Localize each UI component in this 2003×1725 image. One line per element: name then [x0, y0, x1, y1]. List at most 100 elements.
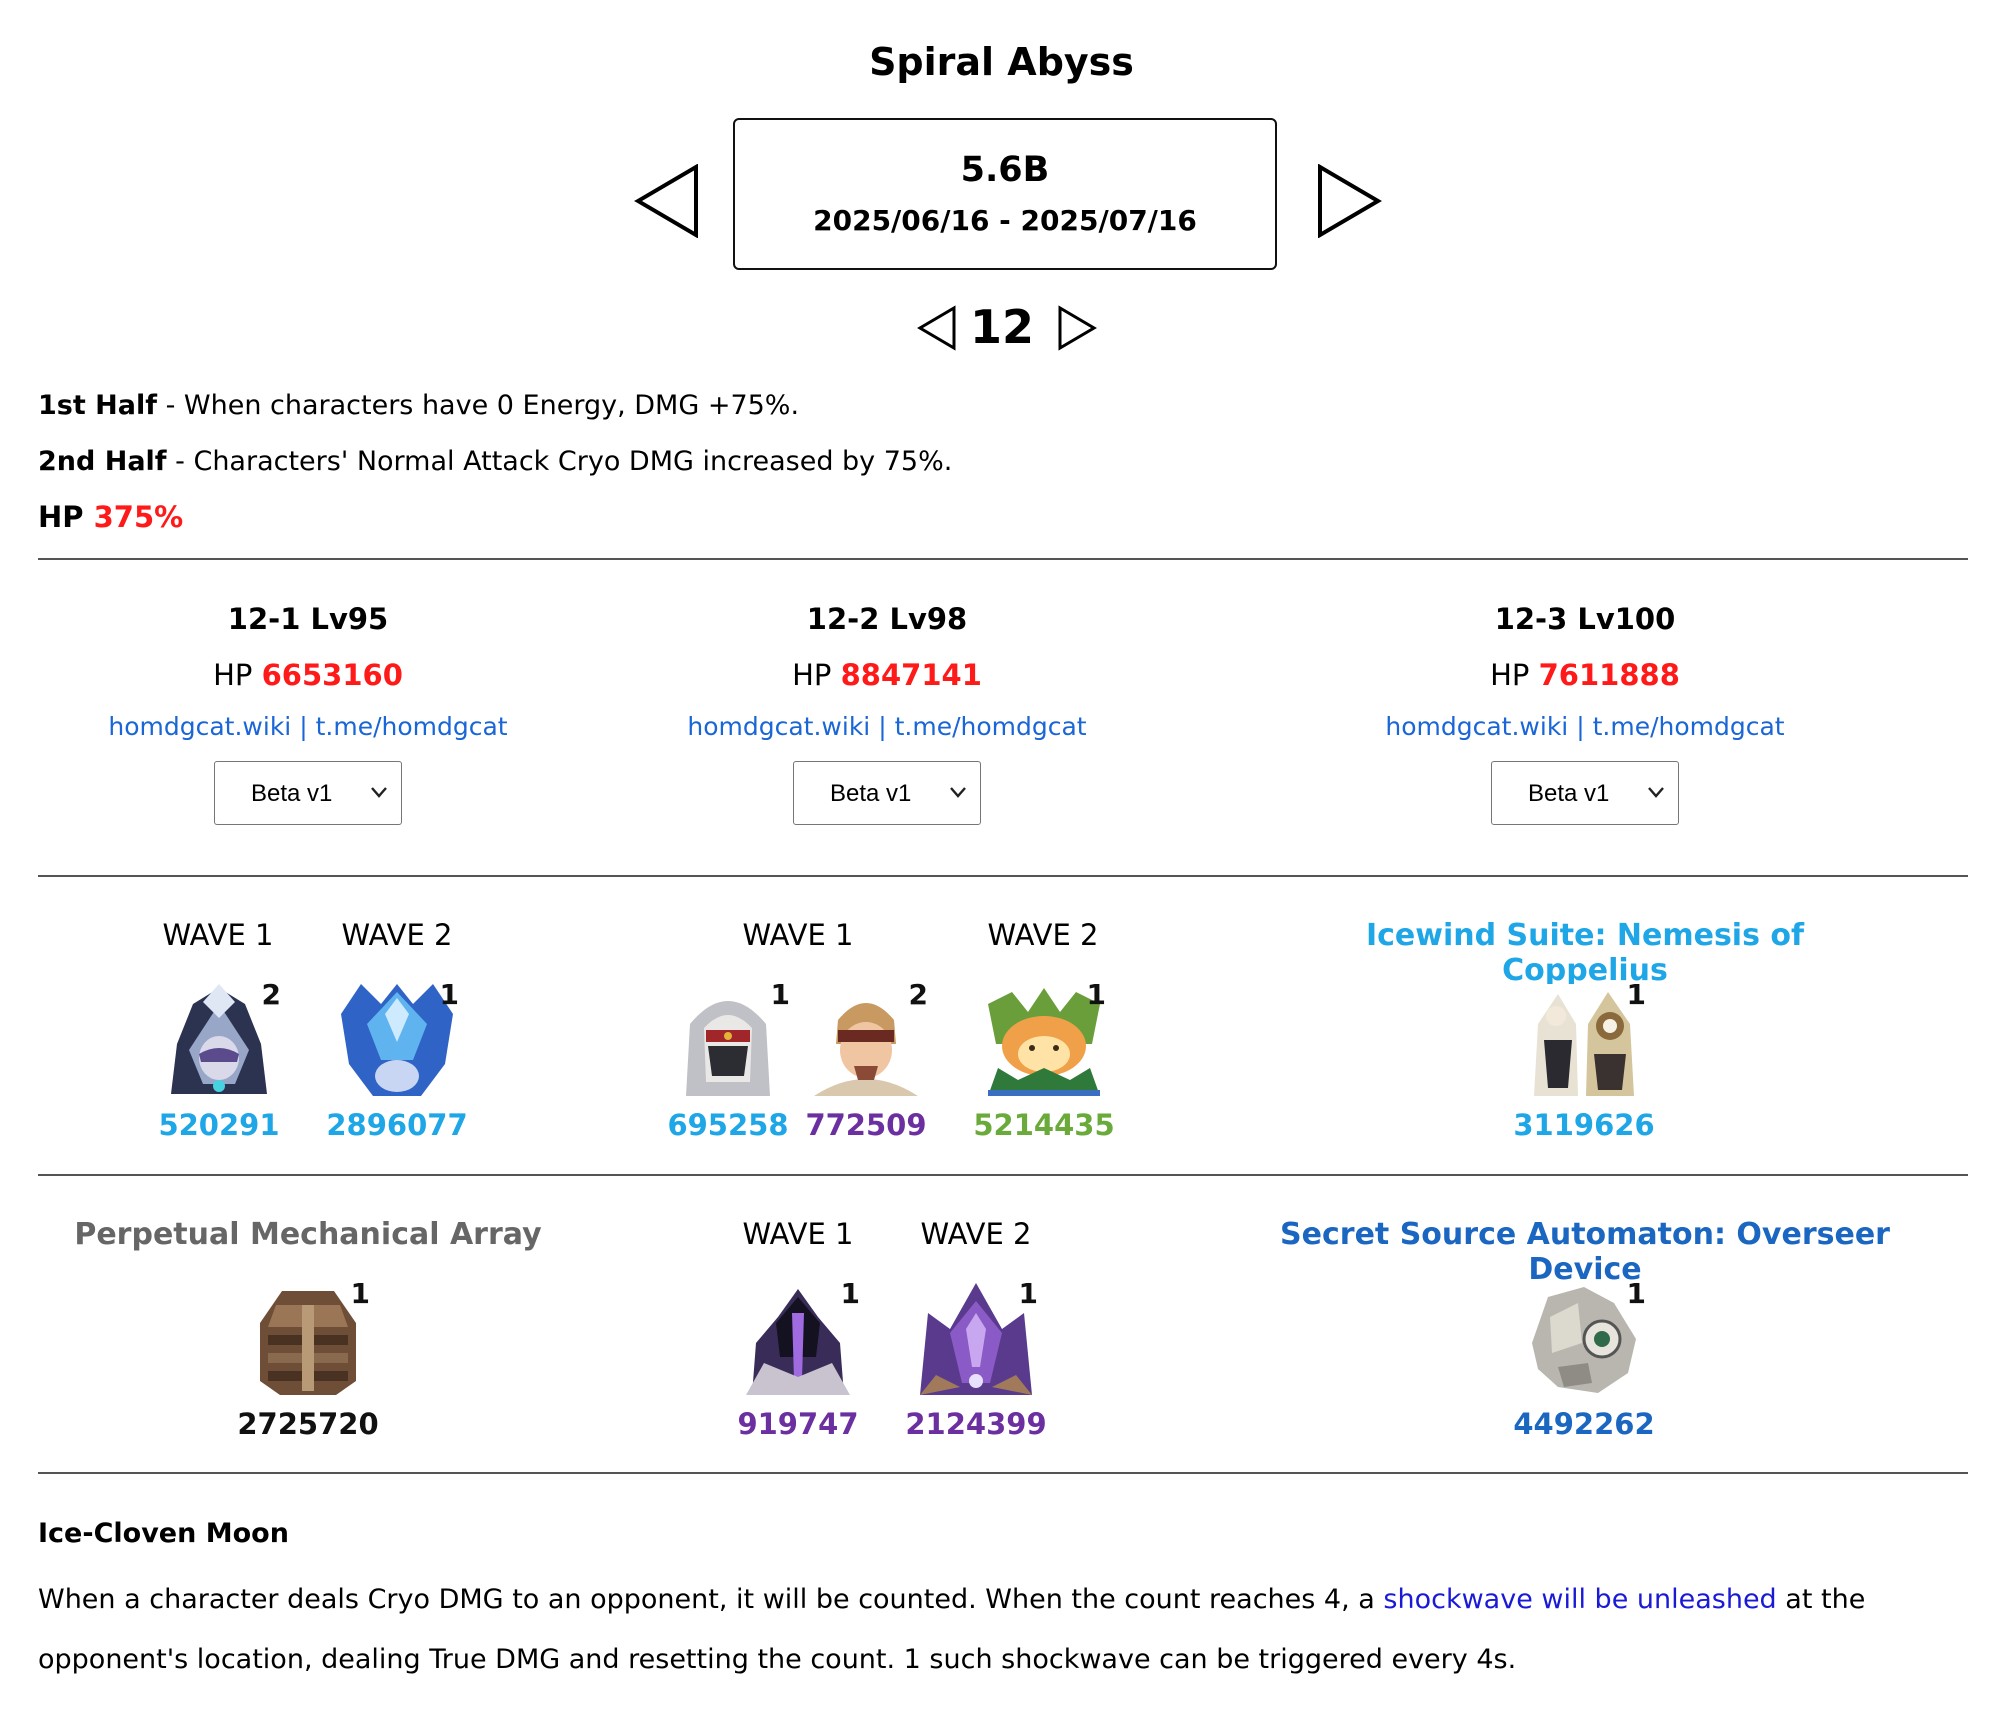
chamber-hp-value: 7611888	[1538, 658, 1680, 692]
second-half-label: 2nd Half	[38, 446, 167, 477]
eremite-blindfold-icon: 2	[810, 978, 928, 1096]
enemy-card[interactable]: 2 520291	[129, 978, 309, 1142]
chamber-title: 12-3 Lv100	[1494, 602, 1676, 636]
hydro-tulpa-icon: 1	[341, 978, 459, 1096]
enemy-card[interactable]: 2 772509	[776, 978, 956, 1142]
enemy-count: 1	[840, 1277, 860, 1310]
divider	[38, 1472, 1968, 1474]
boss-title[interactable]: Secret Source Automaton: Overseer Device	[1245, 1217, 1925, 1287]
enemy-count: 1	[1086, 978, 1106, 1011]
blessing-title: Ice-Cloven Moon	[38, 1518, 289, 1549]
chamber-title: 12-1 Lv95	[227, 602, 389, 636]
divider	[38, 1174, 1968, 1176]
enemy-hp: 2896077	[326, 1108, 468, 1142]
link-separator: |	[291, 712, 316, 741]
chamber-hp: HP 8847141	[607, 658, 1167, 692]
chamber-hp: HP 7611888	[1305, 658, 1865, 692]
first-half-label: 1st Half	[38, 390, 157, 421]
telegram-link[interactable]: t.me/homdgcat	[1593, 712, 1785, 741]
blessing-text-before: When a character deals Cryo DMG to an op…	[38, 1584, 1384, 1615]
eremite-hood-icon: 1	[672, 978, 790, 1096]
enemy-card[interactable]: 1 2896077	[307, 978, 487, 1142]
period-dates: 2025/06/16 - 2025/07/16	[813, 204, 1197, 237]
enemy-card[interactable]: 1 4492262	[1494, 1277, 1674, 1441]
enemy-hp: 4492262	[1513, 1407, 1655, 1441]
first-half-text: - When characters have 0 Energy, DMG +75…	[156, 390, 800, 421]
divider	[38, 558, 1968, 560]
link-separator: |	[1568, 712, 1593, 741]
version-select[interactable]: Beta v1	[214, 761, 402, 825]
chamber-links: homdgcat.wiki | t.me/homdgcat	[1305, 712, 1865, 741]
telegram-link[interactable]: t.me/homdgcat	[895, 712, 1087, 741]
floor-number: 12	[969, 300, 1034, 354]
chamber-hp-value: 8847141	[840, 658, 982, 692]
chamber-title: 12-2 Lv98	[806, 602, 968, 636]
enemy-card[interactable]: 1 3119626	[1494, 978, 1674, 1142]
enemy-count: 1	[439, 978, 459, 1011]
enemy-card[interactable]: 1 919747	[708, 1277, 888, 1441]
version-select[interactable]: Beta v1	[1491, 761, 1679, 825]
enemy-hp: 5214435	[973, 1108, 1115, 1142]
link-separator: |	[870, 712, 895, 741]
enemy-hp: 2725720	[237, 1407, 379, 1441]
overseer-device-icon: 1	[1528, 1277, 1646, 1395]
wave-2-label: WAVE 2	[920, 1217, 1032, 1251]
dendro-creature-icon: 1	[988, 978, 1106, 1096]
second-half-text: - Characters' Normal Attack Cryo DMG inc…	[166, 446, 953, 477]
version-select[interactable]: Beta v1	[793, 761, 981, 825]
enemy-card[interactable]: 1 5214435	[954, 978, 1134, 1142]
enemy-card[interactable]: 1 2124399	[886, 1277, 1066, 1441]
enemy-hp: 520291	[158, 1108, 280, 1142]
page-title: Spiral Abyss	[869, 40, 1134, 84]
divider	[38, 875, 1968, 877]
spiral-abyss-page: Spiral Abyss 5.6B 2025/06/16 - 2025/07/1…	[0, 0, 2003, 1725]
previous-period-arrow-icon[interactable]	[634, 164, 700, 238]
wave-2-label: WAVE 2	[341, 918, 453, 952]
mechanical-array-icon: 1	[252, 1277, 370, 1395]
chamber-12-2: 12-2 Lv98 HP 8847141 homdgcat.wiki | t.m…	[607, 602, 1167, 825]
first-half-effect: 1st Half - When characters have 0 Energy…	[38, 390, 799, 421]
wiki-link[interactable]: homdgcat.wiki	[1385, 712, 1568, 741]
wiki-link[interactable]: homdgcat.wiki	[687, 712, 870, 741]
wiki-link[interactable]: homdgcat.wiki	[108, 712, 291, 741]
boss-title[interactable]: Icewind Suite: Nemesis of Coppelius	[1285, 918, 1885, 988]
period-version: 5.6B	[960, 150, 1050, 190]
chamber-hp-label: HP	[213, 658, 262, 692]
enemy-card[interactable]: 1 2725720	[218, 1277, 398, 1441]
icewind-suite-icon: 1	[1528, 978, 1646, 1096]
period-box: 5.6B 2025/06/16 - 2025/07/16	[733, 118, 1277, 270]
chamber-hp-value: 6653160	[261, 658, 403, 692]
chamber-12-3: 12-3 Lv100 HP 7611888 homdgcat.wiki | t.…	[1305, 602, 1865, 825]
dark-knight-icon: 1	[742, 1277, 860, 1395]
enemy-hp: 772509	[805, 1108, 927, 1142]
shockwave-link[interactable]: shockwave will be unleashed	[1383, 1584, 1776, 1615]
enemy-hp: 3119626	[1513, 1108, 1655, 1142]
enemy-hp: 919747	[737, 1407, 859, 1441]
chamber-links: homdgcat.wiki | t.me/homdgcat	[607, 712, 1167, 741]
next-floor-arrow-icon[interactable]	[1056, 305, 1098, 351]
enemy-hp: 2124399	[905, 1407, 1047, 1441]
telegram-link[interactable]: t.me/homdgcat	[316, 712, 508, 741]
chamber-hp-label: HP	[1490, 658, 1539, 692]
chamber-hp: HP 6653160	[28, 658, 588, 692]
chamber-hp-label: HP	[792, 658, 841, 692]
wolf-lord-icon: 1	[920, 1277, 1038, 1395]
floor-hp-multiplier: HP 375%	[38, 500, 183, 534]
enemy-count: 2	[261, 978, 281, 1011]
next-period-arrow-icon[interactable]	[1316, 164, 1382, 238]
blessing-description: When a character deals Cryo DMG to an op…	[38, 1570, 1978, 1690]
second-half-effect: 2nd Half - Characters' Normal Attack Cry…	[38, 446, 952, 477]
previous-floor-arrow-icon[interactable]	[916, 305, 958, 351]
enemy-count: 1	[1626, 1277, 1646, 1310]
enemy-count: 2	[908, 978, 928, 1011]
wave-2-label: WAVE 2	[987, 918, 1099, 952]
enemy-count: 1	[350, 1277, 370, 1310]
enemy-count: 1	[1626, 978, 1646, 1011]
abyss-herald-icon: 2	[163, 978, 281, 1096]
chamber-12-1: 12-1 Lv95 HP 6653160 homdgcat.wiki | t.m…	[28, 602, 588, 825]
hp-label: HP	[38, 500, 94, 534]
enemy-count: 1	[1018, 1277, 1038, 1310]
hp-value: 375%	[93, 500, 184, 534]
wave-1-label: WAVE 1	[742, 918, 854, 952]
boss-title[interactable]: Perpetual Mechanical Array	[28, 1217, 588, 1252]
